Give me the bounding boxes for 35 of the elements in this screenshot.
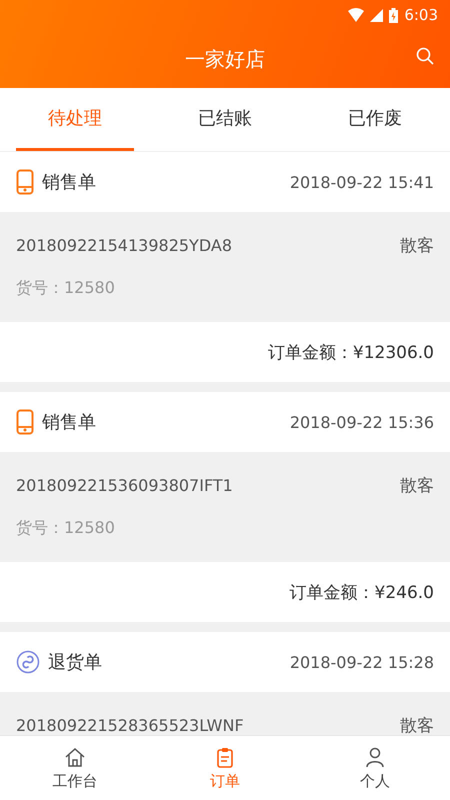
person-icon: [364, 746, 386, 768]
tab[interactable]: 已作废: [316, 88, 434, 151]
app-title: 一家好店: [185, 46, 265, 72]
status-time: 6:03: [404, 6, 438, 24]
order-card[interactable]: 退货单 2018-09-22 15:28 201809221528365523LWNF 散客: [0, 632, 450, 735]
goods-number: 货号：12580: [16, 278, 115, 299]
customer-type: 散客: [400, 714, 434, 735]
search-icon[interactable]: [416, 47, 434, 65]
goods-number: 货号：12580: [16, 518, 115, 539]
nav-item[interactable]: 个人: [300, 736, 450, 800]
battery-icon: [389, 8, 398, 22]
phone-icon: [16, 409, 34, 435]
customer-type: 散客: [400, 474, 434, 496]
nav-item[interactable]: 工作台: [0, 736, 150, 800]
wifi-icon: [348, 8, 364, 22]
clipboard-icon: [214, 746, 236, 768]
link-icon: [16, 650, 40, 674]
order-card[interactable]: 销售单 2018-09-22 15:41 20180922154139825YDA8 散客 货号：12580 订单金额：¥12306.0: [0, 152, 450, 382]
order-number: 20180922154139825YDA8: [16, 236, 232, 254]
signal-icon: [370, 8, 384, 22]
home-icon: [64, 746, 86, 768]
order-amount: 订单金额：¥246.0: [290, 582, 434, 604]
order-time: 2018-09-22 15:36: [290, 412, 434, 432]
order-time: 2018-09-22 15:41: [290, 172, 434, 192]
order-type: 退货单: [48, 651, 103, 674]
customer-type: 散客: [400, 234, 434, 256]
tab[interactable]: 已结账: [166, 88, 284, 151]
order-time: 2018-09-22 15:28: [290, 652, 434, 672]
order-number: 201809221536093807IFT1: [16, 476, 233, 494]
order-card[interactable]: 销售单 2018-09-22 15:36 201809221536093807IFT1 散客 货号：12580 订单金额：¥246.0: [0, 392, 450, 622]
order-type: 销售单: [42, 411, 97, 434]
order-amount: 订单金额：¥12306.0: [268, 342, 434, 364]
order-type: 销售单: [42, 171, 97, 194]
order-number: 201809221528365523LWNF: [16, 716, 244, 734]
phone-icon: [16, 169, 34, 195]
